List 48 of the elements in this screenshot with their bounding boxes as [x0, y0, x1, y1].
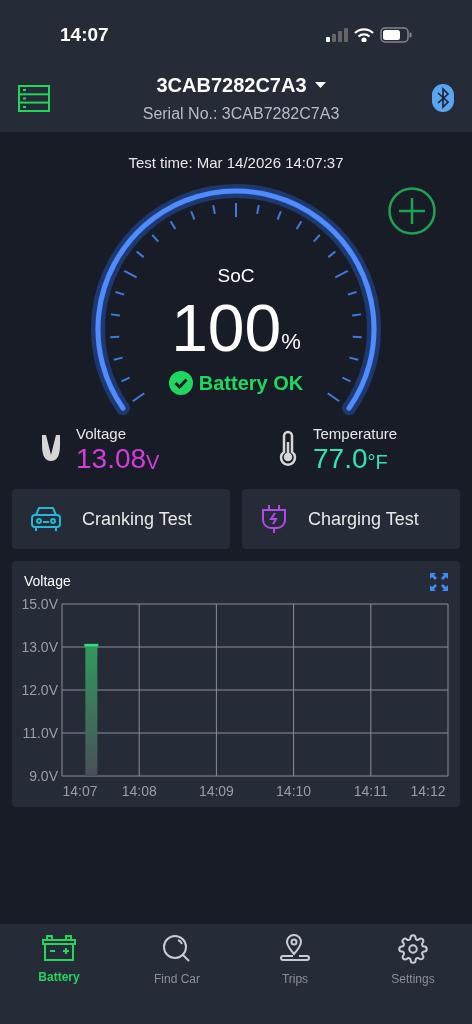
axis-label: 9.0V	[29, 768, 58, 784]
settings-icon	[398, 934, 428, 964]
wifi-icon	[354, 28, 374, 42]
nav-tab[interactable]: Trips	[236, 934, 354, 1024]
axis-label: 14:12	[410, 783, 446, 799]
reading-unit: V	[146, 452, 160, 472]
axis-label: 14:11	[353, 783, 388, 799]
reading-value: 13.08	[76, 445, 147, 473]
device-selector[interactable]: 3CAB7282C7A3	[156, 70, 326, 100]
test-time: Test time: Mar 14/2026 14:07:37	[128, 153, 344, 173]
plug-icon	[260, 504, 288, 534]
axis-label: 15.0V	[21, 596, 58, 612]
battery-icon	[41, 934, 77, 962]
test-button[interactable]: Cranking Test	[12, 489, 230, 549]
map-pin-icon	[279, 934, 311, 964]
serial-number: Serial No.: 3CAB7282C7A3	[142, 104, 340, 124]
bluetooth-icon[interactable]	[432, 84, 454, 112]
nav-tab[interactable]: Battery	[0, 934, 118, 1024]
axis-label: 14:10	[276, 783, 312, 799]
caret-icon	[314, 82, 326, 88]
check-icon	[168, 371, 193, 395]
thermometer-icon	[277, 429, 299, 466]
axis-label: 11.0V	[22, 725, 58, 741]
device-list-icon[interactable]	[18, 84, 50, 112]
battery-status-icon	[380, 27, 412, 43]
reading-label: Temperature	[313, 423, 398, 444]
signal-icon	[326, 28, 348, 42]
soc-label: SoC	[217, 263, 255, 288]
reading-value: 77.0	[313, 445, 368, 473]
status-time: 14:07	[60, 22, 109, 47]
expand-icon[interactable]	[430, 572, 448, 591]
reading-unit: °F	[367, 452, 388, 472]
search-icon	[162, 934, 192, 964]
axis-label: 14:09	[198, 783, 234, 799]
car-icon	[30, 505, 62, 533]
soc-unit: %	[281, 328, 301, 356]
nav-tab[interactable]: Find Car	[118, 934, 236, 1024]
reading-label: Voltage	[76, 423, 128, 444]
axis-label: 12.0V	[21, 682, 58, 698]
battery-status: Battery OK	[198, 371, 304, 396]
add-icon[interactable]	[388, 186, 436, 235]
axis-label: 13.0V	[21, 639, 58, 655]
nav-tab[interactable]: Settings	[354, 934, 472, 1024]
chart-title: Voltage	[24, 572, 71, 591]
axis-label: 14:08	[121, 783, 157, 799]
soc-value: 100	[171, 290, 282, 366]
axis-label: 14:07	[62, 783, 98, 799]
test-button[interactable]: Charging Test	[242, 489, 460, 549]
